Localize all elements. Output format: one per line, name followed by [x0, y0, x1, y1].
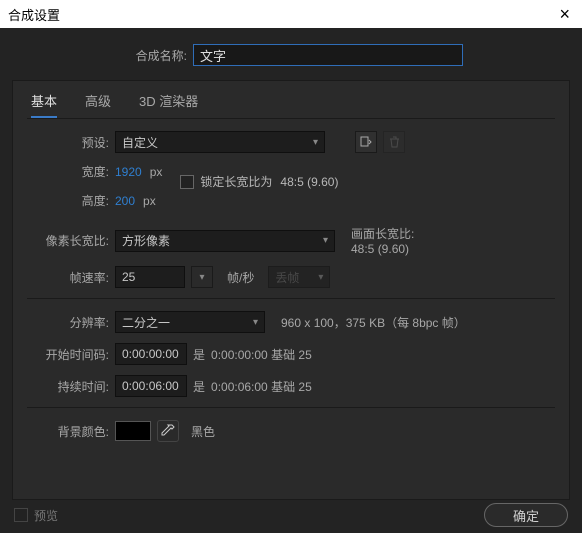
bgcolor-name: 黑色: [191, 423, 215, 440]
preset-select[interactable]: 自定义 ▾: [115, 131, 325, 153]
framerate-unit: 帧/秒: [227, 269, 254, 286]
duration-input[interactable]: 0:00:06:00: [115, 375, 187, 397]
window-title: 合成设置: [8, 5, 60, 24]
start-timecode-label: 开始时间码:: [27, 346, 109, 363]
preview-label: 预览: [34, 507, 58, 524]
lock-aspect-label: 锁定长宽比为: [200, 173, 272, 190]
frame-aspect-value: 48:5 (9.60): [351, 242, 414, 256]
comp-name-label: 合成名称:: [12, 47, 187, 64]
pixel-aspect-select[interactable]: 方形像素 ▾: [115, 230, 335, 252]
start-tc-is: 是: [193, 346, 205, 363]
pixel-aspect-label: 像素长宽比:: [27, 232, 109, 249]
bgcolor-label: 背景颜色:: [27, 423, 109, 440]
dropframe-select[interactable]: 丢帧 ▾: [268, 266, 330, 288]
trash-icon: [383, 131, 405, 153]
width-unit: px: [150, 165, 163, 179]
lock-aspect-ratio: 48:5 (9.60): [280, 175, 338, 189]
bgcolor-swatch[interactable]: [115, 421, 151, 441]
start-tc-base: 0:00:00:00 基础 25: [211, 346, 312, 363]
tab-advanced[interactable]: 高级: [85, 91, 111, 118]
chevron-down-icon: ▾: [313, 137, 318, 148]
close-icon[interactable]: ×: [555, 4, 574, 25]
resolution-select[interactable]: 二分之一 ▾: [115, 311, 265, 333]
preset-value: 自定义: [122, 134, 158, 151]
settings-panel: 基本 高级 3D 渲染器 预设: 自定义 ▾ 宽度: 1920: [12, 80, 570, 500]
chevron-down-icon: ▾: [323, 235, 328, 246]
resolution-info: 960 x 100，375 KB（每 8bpc 帧）: [281, 314, 466, 331]
preview-checkbox[interactable]: [14, 508, 28, 522]
width-value[interactable]: 1920: [115, 165, 142, 179]
framerate-input[interactable]: 25: [115, 266, 185, 288]
titlebar: 合成设置 ×: [0, 0, 582, 28]
width-label: 宽度:: [27, 163, 109, 180]
comp-name-input[interactable]: [193, 44, 463, 66]
dropframe-value: 丢帧: [275, 269, 299, 286]
save-preset-icon[interactable]: [355, 131, 377, 153]
framerate-label: 帧速率:: [27, 269, 109, 286]
lock-aspect-checkbox[interactable]: [180, 175, 194, 189]
preset-label: 预设:: [27, 134, 109, 151]
height-label: 高度:: [27, 192, 109, 209]
duration-is: 是: [193, 378, 205, 395]
pixel-aspect-value: 方形像素: [122, 232, 170, 249]
tab-basic[interactable]: 基本: [31, 91, 57, 118]
height-unit: px: [143, 194, 156, 208]
height-value[interactable]: 200: [115, 194, 135, 208]
frame-aspect-label: 画面长宽比:: [351, 225, 414, 242]
start-timecode-input[interactable]: 0:00:00:00: [115, 343, 187, 365]
chevron-down-icon: ▾: [318, 272, 323, 283]
resolution-label: 分辨率:: [27, 314, 109, 331]
resolution-value: 二分之一: [122, 314, 170, 331]
framerate-value: 25: [122, 270, 135, 284]
duration-label: 持续时间:: [27, 378, 109, 395]
duration-base: 0:00:06:00 基础 25: [211, 378, 312, 395]
framerate-dropdown[interactable]: ▾: [191, 266, 213, 288]
tab-3d-renderer[interactable]: 3D 渲染器: [139, 91, 198, 118]
duration-value: 0:00:06:00: [122, 379, 179, 393]
ok-button[interactable]: 确定: [484, 503, 568, 527]
chevron-down-icon: ▾: [253, 317, 258, 328]
start-timecode-value: 0:00:00:00: [122, 347, 179, 361]
eyedropper-icon[interactable]: [157, 420, 179, 442]
